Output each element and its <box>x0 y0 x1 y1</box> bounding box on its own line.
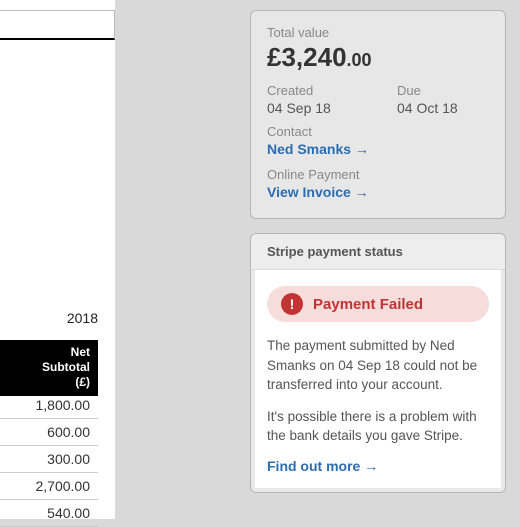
table-top-border <box>0 10 115 40</box>
table-row: 600.00 <box>0 419 98 446</box>
table-row: 300.00 <box>0 446 98 473</box>
view-invoice-link[interactable]: View Invoice → <box>267 184 369 200</box>
stripe-card-header: Stripe payment status <box>251 234 505 270</box>
dates-row: Created 04 Sep 18 Due 04 Oct 18 <box>267 83 489 116</box>
stripe-message-2: It's possible there is a problem with th… <box>267 407 489 446</box>
due-value: 04 Oct 18 <box>397 100 487 116</box>
column-header-text: NetSubtotal(£) <box>42 345 90 389</box>
table-row: 2,700.00 <box>0 473 98 500</box>
total-cents: .00 <box>347 50 372 70</box>
total-label: Total value <box>267 25 489 40</box>
table-row: 1,800.00 <box>0 392 98 419</box>
online-payment-label: Online Payment <box>267 167 489 182</box>
created-label: Created <box>267 83 357 98</box>
table-body: 1,800.00600.00300.002,700.00540.00 <box>0 392 98 527</box>
background-strip <box>115 0 240 519</box>
sidebar: Total value £3,240.00 Created 04 Sep 18 … <box>240 0 520 519</box>
alert-icon: ! <box>281 293 303 315</box>
find-out-more-text: Find out more <box>267 458 360 474</box>
due-label: Due <box>397 83 487 98</box>
contact-name: Ned Smanks <box>267 141 351 157</box>
total-currency: £ <box>267 42 281 72</box>
arrow-icon: → <box>364 458 378 474</box>
table-row: 540.00 <box>0 500 98 527</box>
invoice-date: 2018 <box>0 310 98 326</box>
contact-label: Contact <box>267 124 489 139</box>
view-invoice-text: View Invoice <box>267 184 351 200</box>
contact-link[interactable]: Ned Smanks → <box>267 141 369 157</box>
payment-failed-pill: ! Payment Failed <box>267 286 489 322</box>
find-out-more-link[interactable]: Find out more → <box>267 458 378 474</box>
arrow-icon: → <box>355 141 369 157</box>
arrow-icon: → <box>355 184 369 200</box>
column-header-net-subtotal: NetSubtotal(£) <box>0 340 98 396</box>
invoice-summary-card: Total value £3,240.00 Created 04 Sep 18 … <box>250 10 506 219</box>
created-value: 04 Sep 18 <box>267 100 357 116</box>
total-value: £3,240.00 <box>267 42 489 73</box>
invoice-table-fragment: 2018 NetSubtotal(£) 1,800.00600.00300.00… <box>0 0 240 519</box>
payment-failed-title: Payment Failed <box>313 296 423 313</box>
stripe-message-1: The payment submitted by Ned Smanks on 0… <box>267 336 489 395</box>
total-main: 3,240 <box>281 42 346 72</box>
stripe-status-card: Stripe payment status ! Payment Failed T… <box>250 233 506 493</box>
